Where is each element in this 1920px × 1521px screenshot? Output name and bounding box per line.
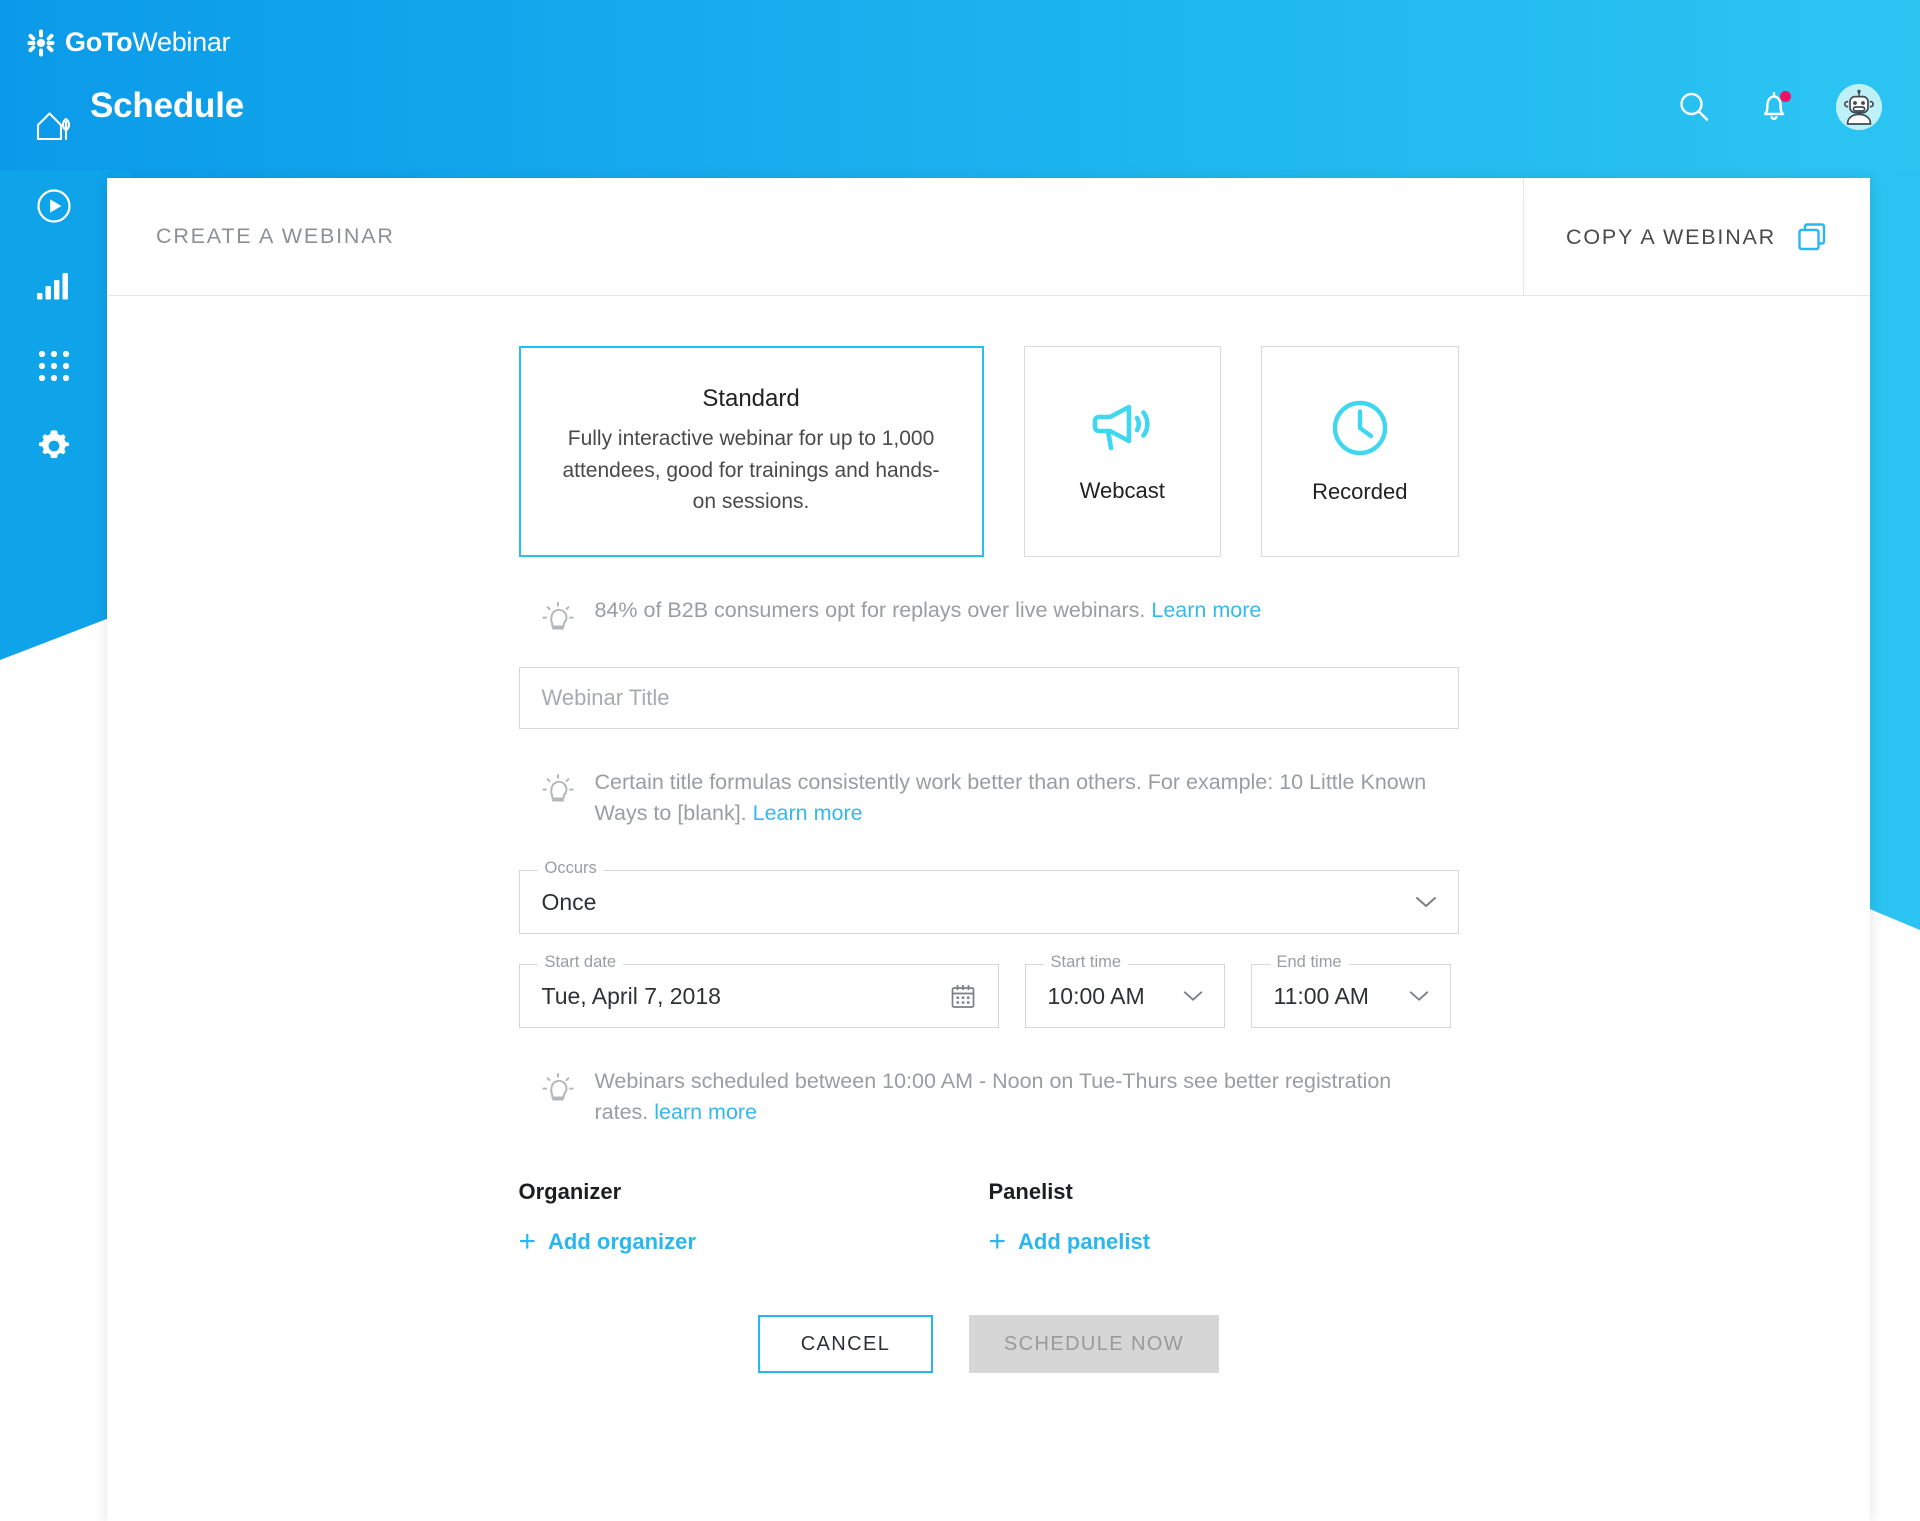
play-circle-icon [35, 187, 73, 225]
tip-title-formula-copy: Certain title formulas consistently work… [594, 770, 1427, 825]
chevron-down-icon [1408, 989, 1430, 1004]
notifications-button[interactable] [1756, 89, 1792, 125]
tip-replays-text: 84% of B2B consumers opt for replays ove… [595, 595, 1262, 626]
chevron-down-icon [1414, 894, 1438, 910]
webinar-type-standard[interactable]: Standard Fully interactive webinar for u… [518, 346, 984, 557]
avatar[interactable] [1836, 84, 1882, 130]
webinar-title-input[interactable]: Webinar Title [518, 667, 1459, 729]
megaphone-icon [1091, 400, 1153, 456]
start-time-select[interactable]: Start time 10:00 AM [1024, 954, 1225, 1029]
start-time-value: 10:00 AM [1047, 982, 1145, 1009]
webinar-form: Standard Fully interactive webinar for u… [107, 296, 1870, 1413]
panelist-column: Panelist + Add panelist [989, 1179, 1459, 1257]
form-inner: Standard Fully interactive webinar for u… [518, 346, 1459, 1413]
tip-replays-copy: 84% of B2B consumers opt for replays ove… [594, 598, 1146, 622]
sidebar-nav [0, 86, 107, 486]
card-title: CREATE A WEBINAR [156, 224, 395, 248]
sidebar-item-recordings[interactable] [0, 166, 107, 246]
notification-badge-dot [1780, 91, 1791, 102]
card-header: CREATE A WEBINAR COPY A WEBINAR [107, 178, 1870, 296]
sidebar-item-home[interactable] [0, 86, 107, 166]
webinar-type-webcast[interactable]: Webcast [1023, 346, 1222, 557]
start-time-label: Start time [1043, 954, 1129, 971]
end-time-select[interactable]: End time 11:00 AM [1250, 954, 1451, 1029]
add-panelist-button[interactable]: + Add panelist [989, 1227, 1459, 1257]
lightbulb-icon [537, 597, 579, 639]
schedule-now-button[interactable]: SCHEDULE NOW [969, 1315, 1219, 1374]
end-time-value: 11:00 AM [1273, 982, 1369, 1009]
calendar-icon[interactable] [950, 983, 976, 1010]
cancel-button[interactable]: CANCEL [758, 1315, 933, 1374]
webinar-type-standard-description: Fully interactive webinar for up to 1,00… [562, 426, 940, 514]
start-date-field[interactable]: Start date Tue, April 7, 2018 [518, 954, 999, 1029]
gear-icon [35, 427, 73, 465]
page-title: Schedule [90, 86, 245, 125]
add-organizer-label: Add organizer [548, 1229, 696, 1255]
sidebar-item-settings[interactable] [0, 406, 107, 486]
add-panelist-label: Add panelist [1018, 1229, 1151, 1255]
header-actions [1676, 84, 1882, 130]
header-background [0, 0, 1920, 180]
tip-timing-text: Webinars scheduled between 10:00 AM - No… [595, 1066, 1435, 1127]
organizer-heading: Organizer [518, 1179, 622, 1205]
sidebar-item-apps[interactable] [0, 326, 107, 406]
clock-icon [1331, 399, 1389, 457]
brand-logo[interactable]: GoToWebinar [26, 27, 231, 58]
bar-chart-icon [35, 269, 73, 303]
home-icon [35, 109, 73, 143]
copy-icon [1796, 221, 1828, 253]
copy-a-webinar-button[interactable]: COPY A WEBINAR [1523, 178, 1870, 296]
tip-title-formula-text: Certain title formulas consistently work… [595, 767, 1435, 828]
occurs-label: Occurs [537, 860, 604, 877]
plus-icon: + [988, 1225, 1007, 1259]
end-time-label: End time [1269, 954, 1349, 971]
app-root: GoToWebinar Schedule CREATE A WEBINAR CO… [0, 0, 1920, 1521]
goto-asterisk-icon [26, 28, 56, 58]
chevron-down-icon [1182, 989, 1204, 1004]
webinar-type-webcast-label: Webcast [1079, 477, 1165, 503]
tip-title-formula: Certain title formulas consistently work… [537, 767, 1459, 828]
people-row: Organizer + Add organizer Panelist + Add… [519, 1179, 1459, 1257]
plus-icon: + [518, 1225, 537, 1259]
occurs-value: Once [541, 888, 597, 915]
lightbulb-icon [537, 769, 579, 811]
organizer-column: Organizer + Add organizer [519, 1179, 989, 1257]
logo-goto: GoTo [65, 27, 133, 57]
grid-dots-icon [37, 349, 71, 383]
webinar-type-selector: Standard Fully interactive webinar for u… [518, 346, 1459, 557]
search-icon[interactable] [1676, 89, 1712, 125]
sidebar-item-analytics[interactable] [0, 246, 107, 326]
start-date-value: Tue, April 7, 2018 [541, 982, 721, 1009]
panelist-heading: Panelist [988, 1179, 1073, 1205]
copy-a-webinar-label: COPY A WEBINAR [1566, 224, 1776, 249]
tip-title-formula-link[interactable]: Learn more [753, 801, 863, 825]
tip-replays-link[interactable]: Learn more [1151, 598, 1261, 622]
add-organizer-button[interactable]: + Add organizer [519, 1227, 989, 1257]
brand-logo-text: GoToWebinar [65, 27, 231, 58]
lightbulb-icon [537, 1068, 579, 1110]
tip-timing: Webinars scheduled between 10:00 AM - No… [537, 1066, 1459, 1127]
start-date-label: Start date [537, 954, 624, 971]
webinar-title-placeholder: Webinar Title [541, 685, 670, 710]
form-actions: CANCEL SCHEDULE NOW [519, 1315, 1459, 1413]
logo-webinar: Webinar [132, 27, 231, 57]
occurs-select[interactable]: Occurs Once [518, 860, 1459, 935]
webinar-type-recorded[interactable]: Recorded [1261, 346, 1459, 557]
webinar-type-recorded-label: Recorded [1312, 478, 1408, 504]
tip-replays: 84% of B2B consumers opt for replays ove… [537, 595, 1459, 639]
tip-timing-link[interactable]: learn more [654, 1100, 757, 1124]
create-webinar-card: CREATE A WEBINAR COPY A WEBINAR Standard [107, 178, 1870, 1521]
webinar-type-standard-label: Standard [702, 384, 800, 412]
datetime-row: Start date Tue, April 7, 2018 Start time… [518, 954, 1459, 1029]
robot-avatar-icon [1836, 84, 1882, 130]
